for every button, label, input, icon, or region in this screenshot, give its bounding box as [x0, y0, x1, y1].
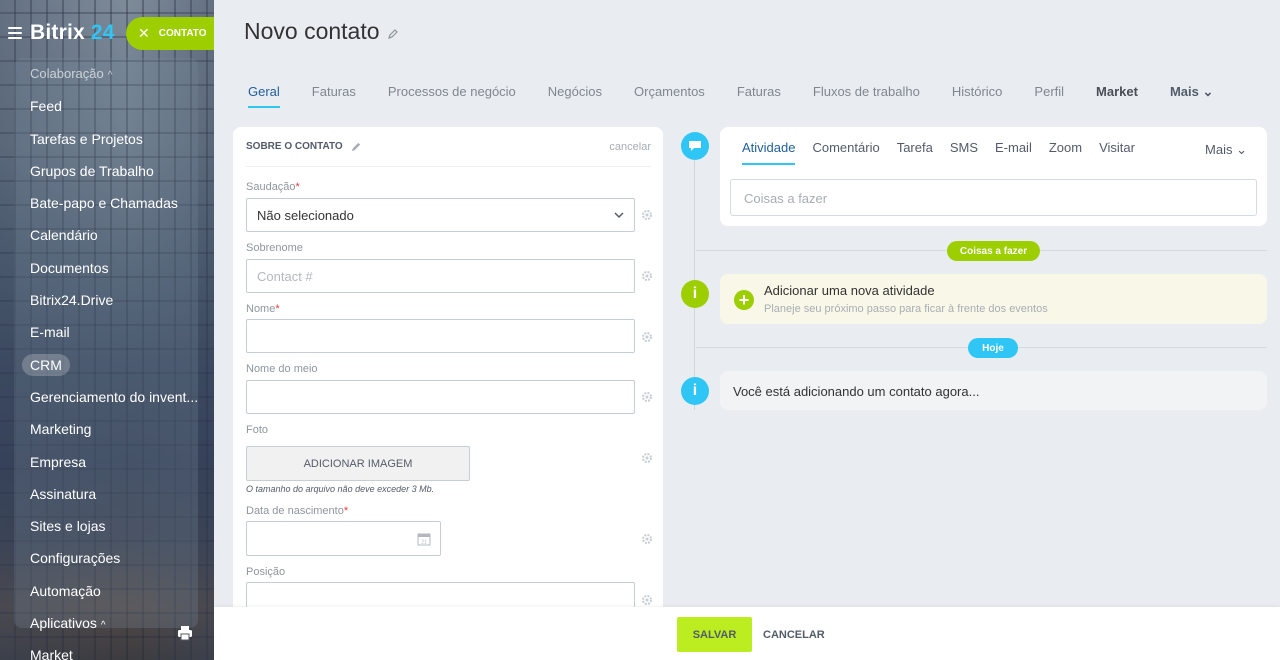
gear-icon[interactable] — [641, 331, 653, 343]
cancel-button[interactable]: CANCELAR — [763, 617, 825, 652]
birthdate-input[interactable]: 21 — [246, 521, 441, 556]
sidebar-item-calend-rio[interactable]: Calendário — [0, 219, 200, 251]
logo[interactable]: Bitrix 24 — [30, 21, 115, 45]
save-button[interactable]: SALVAR — [677, 617, 752, 652]
sidebar-item-empresa[interactable]: Empresa — [0, 446, 200, 478]
activity-tab-coment-rio[interactable]: Comentário — [812, 140, 879, 164]
tab-faturas[interactable]: Faturas — [312, 78, 356, 108]
todo-badge: Coisas a fazer — [947, 241, 1040, 261]
sidebar-item-feed[interactable]: Feed — [0, 90, 200, 122]
sidebar-item-bate-papo-e-chamadas[interactable]: Bate-papo e Chamadas — [0, 187, 200, 219]
salutation-label: Saudação* — [246, 181, 300, 193]
activity-tab-visitar[interactable]: Visitar — [1099, 140, 1135, 164]
activity-tab-sms[interactable]: SMS — [950, 140, 978, 164]
new-activity-title[interactable]: Adicionar uma nova atividade — [764, 283, 935, 298]
position-label: Posição — [246, 566, 286, 578]
photo-size-note: O tamanho do arquivo não deve exceder 3 … — [246, 484, 435, 494]
new-activity-subtitle: Planeje seu próximo passo para ficar à f… — [764, 303, 1048, 315]
chevron-up-icon: ^ — [107, 70, 113, 81]
name-label: Nome* — [246, 303, 280, 315]
info-icon: i — [681, 280, 709, 308]
tab-or-amentos[interactable]: Orçamentos — [634, 78, 705, 108]
close-contact-slider-button[interactable]: ✕ CONTATO — [126, 17, 214, 50]
chat-icon — [681, 132, 709, 160]
activity-more-button[interactable]: Mais ⌄ — [1205, 142, 1247, 158]
sidebar-item-grupos-de-trabalho[interactable]: Grupos de Trabalho — [0, 155, 200, 187]
contact-form-card: SOBRE O CONTATO cancelar Saudação* Não s… — [233, 127, 663, 617]
printer-icon[interactable] — [177, 625, 193, 641]
activity-tab-tarefa[interactable]: Tarefa — [897, 140, 933, 164]
chevron-down-icon: ⌄ — [1198, 84, 1214, 99]
edit-title-icon[interactable] — [387, 28, 399, 40]
sidebar-item-e-mail[interactable]: E-mail — [0, 316, 200, 348]
chevron-down-icon: ⌄ — [1236, 142, 1247, 157]
activity-tab-e-mail[interactable]: E-mail — [995, 140, 1032, 164]
sidebar-menu: Colaboração ^ Feed Tarefas e Projetos Grupos… — [0, 58, 214, 660]
main-tabs: Geral Faturas Processos de negócio Negócios… — [232, 78, 1229, 108]
middle-name-label: Nome do meio — [246, 363, 318, 375]
tab-hist-rico[interactable]: Histórico — [952, 78, 1003, 108]
page-title: Novo contato — [244, 18, 380, 44]
adding-contact-card: Você está adicionando um contato agora..… — [720, 371, 1267, 410]
name-input[interactable] — [246, 319, 635, 353]
todo-input[interactable]: Coisas a fazer — [730, 179, 1257, 216]
section-title: SOBRE O CONTATO — [246, 141, 343, 152]
salutation-select[interactable]: Não selecionado — [246, 198, 635, 232]
sidebar-item-bitrix24-drive[interactable]: Bitrix24.Drive — [0, 284, 200, 316]
sidebar-item-marketing[interactable]: Marketing — [0, 413, 200, 445]
chevron-down-icon — [614, 212, 624, 219]
tab-perfil[interactable]: Perfil — [1034, 78, 1064, 108]
middle-name-input[interactable] — [246, 380, 635, 414]
activity-tab-atividade[interactable]: Atividade — [742, 140, 796, 165]
surname-label: Sobrenome — [246, 242, 303, 254]
photo-label: Foto — [246, 424, 269, 436]
calendar-icon[interactable]: 21 — [417, 532, 431, 546]
gear-icon[interactable] — [641, 533, 653, 545]
sidebar: Bitrix 24 ✕ CONTATO Colaboração ^ Feed Taref… — [0, 0, 214, 660]
activity-tabs: Atividade Comentário Tarefa SMS E-mail Zoom Vi… — [742, 140, 1152, 165]
today-badge: Hoje — [968, 338, 1018, 358]
sidebar-item-assinatura[interactable]: Assinatura — [0, 478, 200, 510]
add-image-button[interactable]: ADICIONAR IMAGEM — [246, 446, 470, 481]
gear-icon[interactable] — [641, 594, 653, 606]
chevron-up-icon: ^ — [100, 620, 106, 632]
sidebar-item-configura-es[interactable]: Configurações — [0, 542, 200, 574]
gear-icon[interactable] — [641, 452, 653, 464]
section-header: SOBRE O CONTATO cancelar — [246, 127, 651, 167]
sidebar-item-automa-o[interactable]: Automação — [0, 575, 200, 607]
sidebar-item-aplicativos[interactable]: Aplicativos ^ — [0, 607, 200, 639]
birthdate-label: Data de nascimento* — [246, 505, 349, 517]
sidebar-item-sites-e-lojas[interactable]: Sites e lojas — [0, 510, 200, 542]
plus-icon[interactable]: + — [734, 290, 754, 310]
sidebar-item-tarefas-e-projetos[interactable]: Tarefas e Projetos — [0, 123, 200, 155]
new-activity-card[interactable]: + Adicionar uma nova atividade Planeje s… — [720, 274, 1267, 324]
adding-contact-text: Você está adicionando um contato agora..… — [733, 384, 980, 399]
tab-mais[interactable]: Mais ⌄ — [1170, 78, 1213, 108]
activity-editor-card: Atividade Comentário Tarefa SMS E-mail Zoom Vi… — [720, 127, 1267, 226]
gear-icon[interactable] — [641, 270, 653, 282]
sidebar-item-colabora-o[interactable]: Colaboração ^ — [0, 58, 200, 90]
sidebar-item-documentos[interactable]: Documentos — [0, 252, 200, 284]
tab-faturas[interactable]: Faturas — [737, 78, 781, 108]
sidebar-item-crm[interactable]: CRM — [0, 349, 200, 381]
bottom-action-bar: SALVAR CANCELAR — [214, 607, 1280, 660]
svg-text:21: 21 — [421, 540, 427, 546]
info-icon: i — [681, 377, 709, 405]
tab-neg-cios[interactable]: Negócios — [548, 78, 602, 108]
tab-geral[interactable]: Geral — [248, 78, 280, 108]
sidebar-item-gerenciamento-do-invent[interactable]: Gerenciamento do invent... — [0, 381, 200, 413]
tab-market[interactable]: Market — [1096, 78, 1138, 108]
surname-input[interactable]: Contact # — [246, 259, 635, 293]
sidebar-item-market[interactable]: Market — [0, 639, 200, 660]
gear-icon[interactable] — [641, 209, 653, 221]
tab-processos-de-neg-cio[interactable]: Processos de negócio — [388, 78, 516, 108]
sidebar-header: Bitrix 24 ✕ CONTATO — [0, 14, 214, 52]
edit-section-icon[interactable] — [351, 141, 362, 152]
gear-icon[interactable] — [641, 391, 653, 403]
tab-fluxos-de-trabalho[interactable]: Fluxos de trabalho — [813, 78, 920, 108]
section-cancel-link[interactable]: cancelar — [609, 141, 651, 153]
menu-icon[interactable] — [8, 27, 22, 39]
close-icon: ✕ — [138, 25, 150, 41]
activity-tab-zoom[interactable]: Zoom — [1049, 140, 1082, 164]
